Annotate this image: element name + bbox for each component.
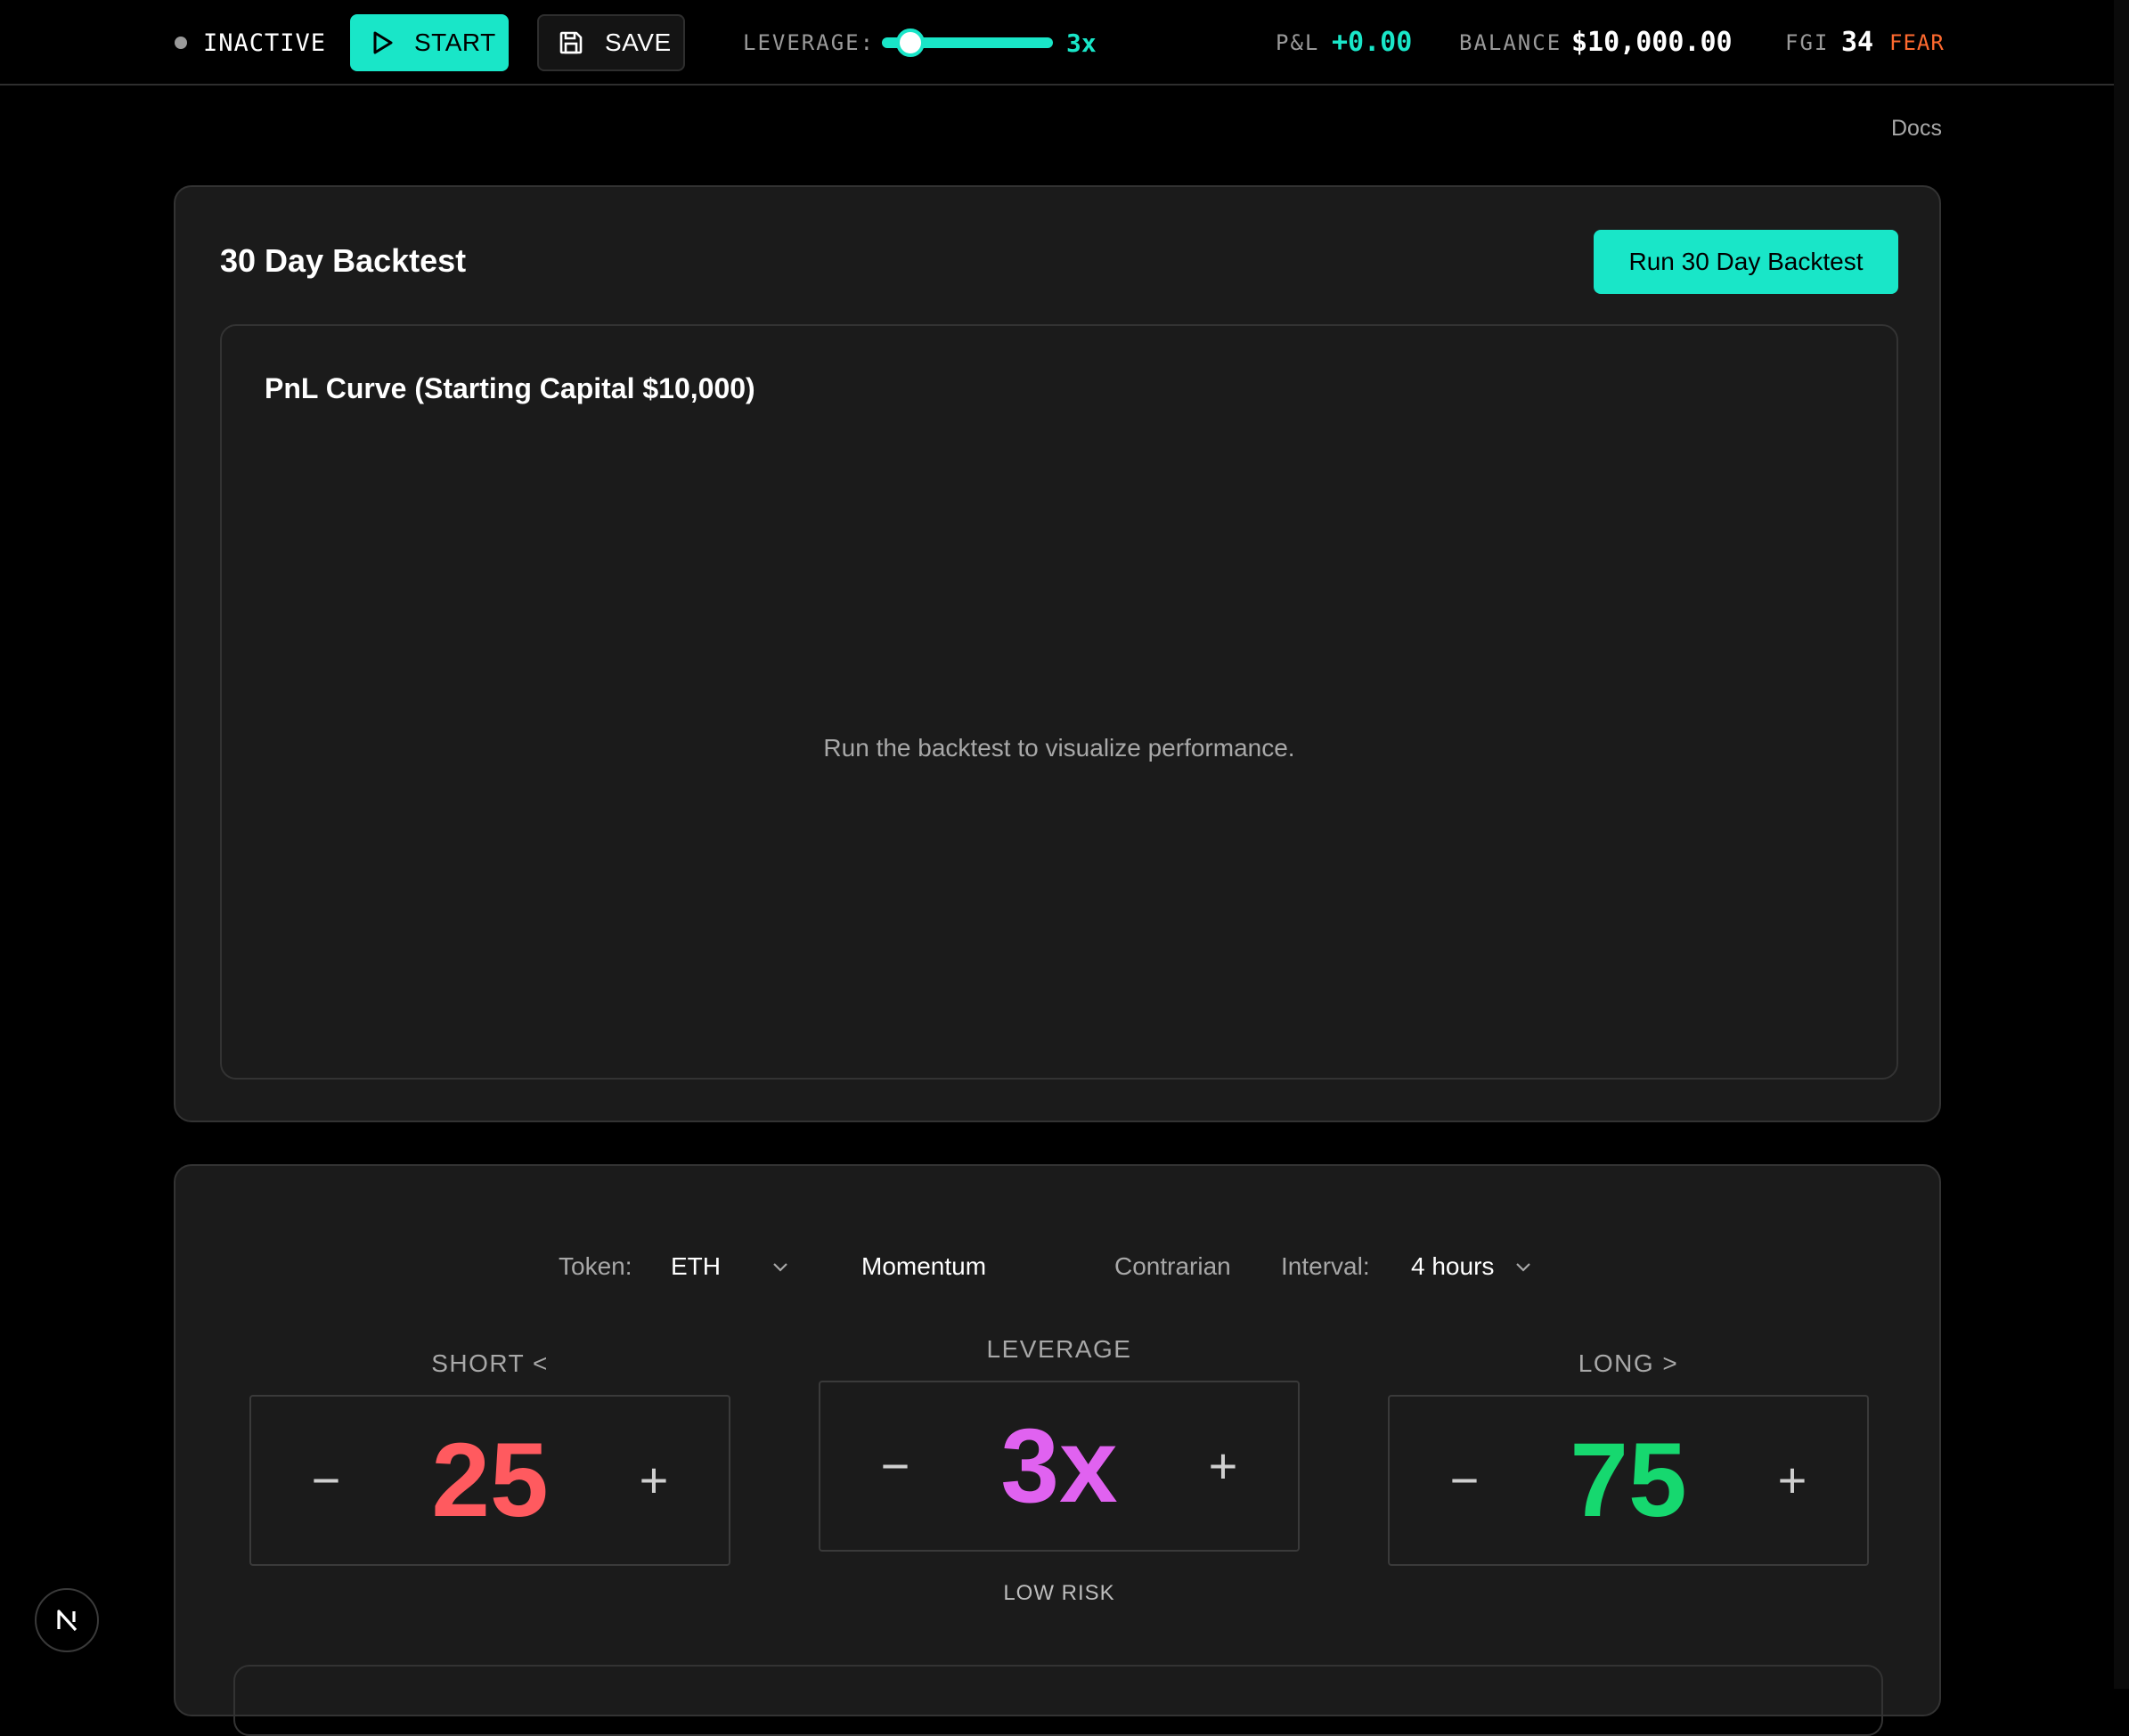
page-scrollbar[interactable] <box>2114 0 2129 1689</box>
save-button[interactable]: SAVE <box>537 14 685 71</box>
leverage-value: 3x <box>1066 29 1097 58</box>
run-backtest-button[interactable]: Run 30 Day Backtest <box>1594 230 1898 294</box>
mode-contrarian-toggle[interactable]: Contrarian <box>1114 1244 1231 1289</box>
status-label: INACTIVE <box>203 29 327 57</box>
short-threshold-label: SHORT < <box>431 1349 549 1377</box>
mode-momentum-toggle[interactable]: Momentum <box>861 1244 986 1289</box>
strategy-controls-row: Token: ETH Momentum Contrarian Interval:… <box>175 1244 1939 1289</box>
backtest-title: 30 Day Backtest <box>220 242 467 279</box>
leverage-increment-button[interactable]: + <box>1196 1439 1250 1493</box>
docs-link[interactable]: Docs <box>1891 116 1942 142</box>
long-increment-button[interactable]: + <box>1766 1454 1819 1507</box>
token-label: Token: <box>559 1252 632 1280</box>
pnl-chart-title: PnL Curve (Starting Capital $10,000) <box>265 372 755 404</box>
floppy-disk-icon <box>559 30 583 55</box>
interval-label: Interval: <box>1281 1252 1370 1280</box>
bot-status: INACTIVE <box>175 29 326 57</box>
pnl-chart-empty-message: Run the backtest to visualize performanc… <box>823 734 1295 762</box>
balance-value: $10,000.00 <box>1571 27 1733 58</box>
backtest-card: 30 Day Backtest Run 30 Day Backtest PnL … <box>174 185 1941 1122</box>
start-button-label: START <box>414 29 496 56</box>
long-threshold-label: LONG > <box>1578 1349 1679 1377</box>
nextjs-logo-icon[interactable] <box>35 1588 99 1652</box>
long-threshold-stepper: − 75 + <box>1388 1395 1869 1566</box>
token-select[interactable]: ETH <box>671 1244 721 1289</box>
leverage-stepper: − 3x + <box>819 1381 1300 1552</box>
risk-level-label: LOW RISK <box>1003 1581 1115 1605</box>
fgi-sentiment: FEAR <box>1889 30 1945 55</box>
balance-label: BALANCE <box>1459 30 1562 55</box>
chevron-down-icon[interactable] <box>771 1257 790 1276</box>
pnl-value: +0.00 <box>1332 27 1413 58</box>
interval-select[interactable]: 4 hours <box>1411 1244 1494 1289</box>
start-button[interactable]: START <box>350 14 509 71</box>
short-threshold-stepper: − 25 + <box>249 1395 730 1566</box>
chevron-down-icon[interactable] <box>1513 1257 1533 1276</box>
short-increment-button[interactable]: + <box>627 1454 681 1507</box>
fgi-label: FGI <box>1785 30 1830 55</box>
play-icon <box>371 30 395 55</box>
leverage-stepper-label: LEVERAGE <box>986 1335 1132 1363</box>
status-dot-icon <box>175 37 187 49</box>
pnl-label: P&L <box>1276 30 1320 55</box>
leverage-label: LEVERAGE: <box>743 30 876 55</box>
leverage-slider-thumb[interactable] <box>896 29 925 57</box>
strategy-settings-card: Token: ETH Momentum Contrarian Interval:… <box>174 1164 1941 1736</box>
settings-inner-panel <box>233 1665 1883 1736</box>
pnl-chart-panel: PnL Curve (Starting Capital $10,000) Run… <box>220 324 1898 1080</box>
save-button-label: SAVE <box>605 29 672 56</box>
fgi-value: 34 <box>1841 27 1874 58</box>
top-bar: INACTIVE START SAVE LEVERAGE: 3x P&L +0.… <box>0 0 2114 86</box>
